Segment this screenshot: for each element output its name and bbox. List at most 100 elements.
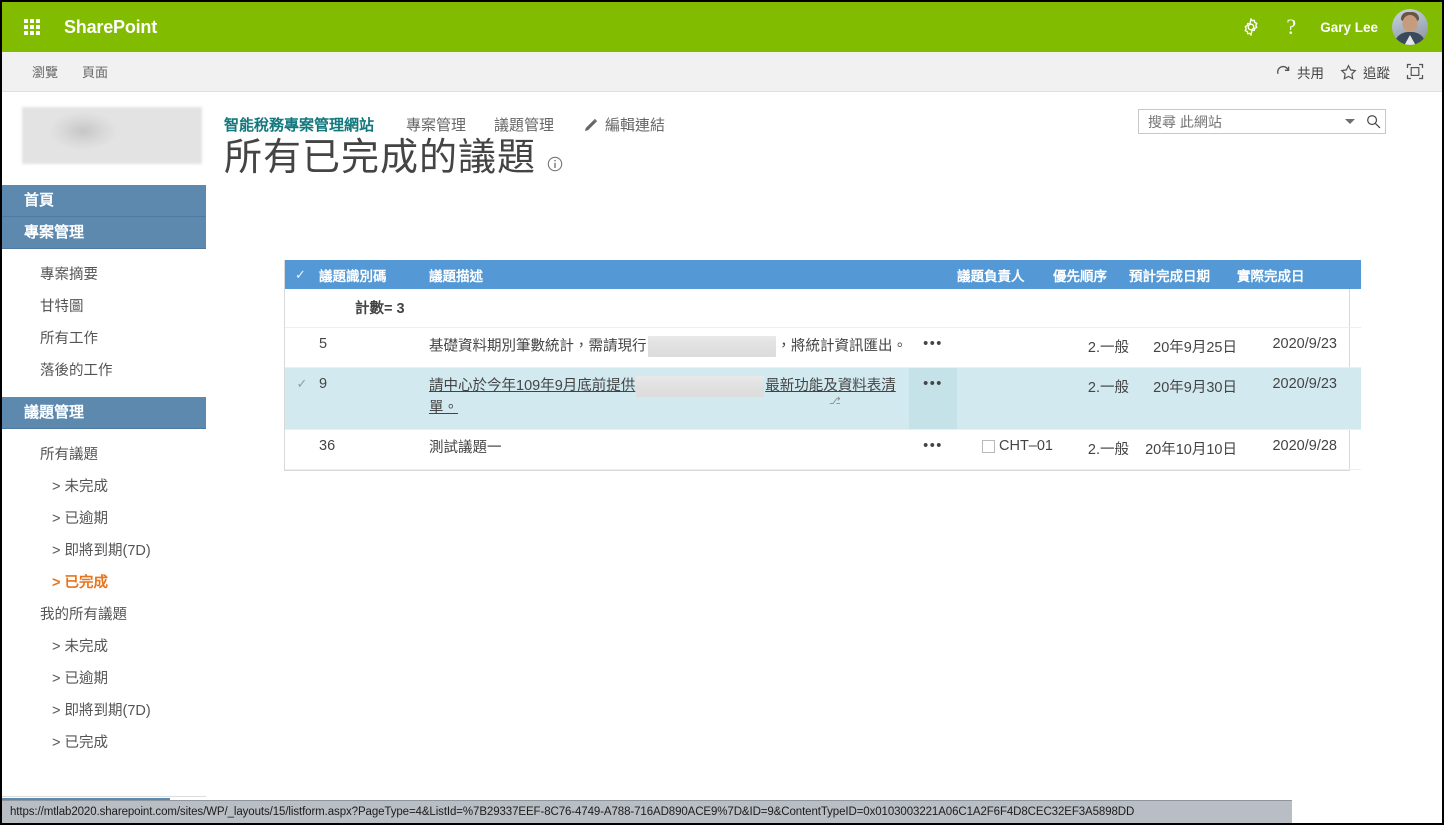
- info-circle-icon[interactable]: [547, 156, 563, 172]
- waffle-grid-icon: [24, 19, 40, 35]
- nav-item-my-issues[interactable]: 我的所有議題: [2, 599, 206, 631]
- row-select-cell[interactable]: ✓: [285, 367, 319, 430]
- sharepoint-brand-link[interactable]: SharePoint: [58, 13, 163, 42]
- focus-on-content-button[interactable]: [1406, 63, 1424, 80]
- nav-header-project-management[interactable]: 專案管理: [2, 217, 206, 249]
- nav-item-my-issues-completed[interactable]: > 已完成: [2, 727, 206, 759]
- browser-status-bar: https://mtlab2020.sharepoint.com/sites/W…: [2, 800, 1292, 823]
- row-due-date: 20年10月10日: [1129, 429, 1237, 470]
- page-title-row: 所有已完成的議題: [224, 137, 563, 181]
- redacted-text-block: [636, 376, 765, 398]
- site-logo-image[interactable]: [22, 107, 202, 164]
- search-icon[interactable]: [1361, 114, 1385, 129]
- row-issue-id[interactable]: 5: [319, 327, 429, 369]
- row-issue-owner: [957, 367, 1053, 430]
- share-button[interactable]: 共用: [1275, 62, 1324, 82]
- help-question-icon[interactable]: ?: [1274, 10, 1308, 44]
- row-issue-description[interactable]: 基礎資料期別筆數統計，需請現行 ，將統計資訊匯出。: [429, 327, 909, 369]
- row-spacer: [1337, 429, 1361, 470]
- row-context-menu-icon[interactable]: •••: [909, 327, 957, 369]
- nav-item-all-issues[interactable]: 所有議題: [2, 439, 206, 471]
- browser-page: SharePoint ? Gary Lee 瀏覽 頁面 共用 追蹤 首頁 專案管…: [0, 0, 1444, 825]
- row-select-cell[interactable]: [285, 327, 319, 369]
- row-spacer: [1337, 327, 1361, 369]
- row-select-cell[interactable]: [285, 429, 319, 470]
- row-actual-date: 2020/9/28: [1237, 429, 1337, 470]
- redacted-text-block: [647, 336, 776, 357]
- presence-checkbox-icon: [982, 439, 995, 453]
- pencil-icon: [584, 118, 598, 132]
- left-column-divider: [2, 796, 206, 797]
- ribbon-bar: 瀏覽 頁面 共用 追蹤: [2, 52, 1442, 92]
- column-header-issue-owner[interactable]: 議題負責人: [957, 260, 1053, 289]
- app-launcher-waffle-icon[interactable]: [16, 11, 48, 43]
- user-name-label[interactable]: Gary Lee: [1320, 20, 1378, 35]
- search-input[interactable]: [1139, 113, 1339, 130]
- nav-item-all-tasks[interactable]: 所有工作: [2, 323, 206, 355]
- column-header-issue-description[interactable]: 議題描述: [429, 260, 909, 289]
- suite-bar: SharePoint ? Gary Lee: [2, 2, 1442, 52]
- status-url: https://mtlab2020.sharepoint.com/sites/W…: [10, 806, 1135, 818]
- share-label: 共用: [1297, 65, 1324, 81]
- page-title: 所有已完成的議題: [224, 137, 537, 179]
- search-scope-chevron-down-icon[interactable]: [1339, 119, 1361, 124]
- row-issue-id[interactable]: 9: [319, 367, 429, 430]
- nav-item-all-issues-due-soon[interactable]: > 即將到期(7D): [2, 535, 206, 567]
- row-context-menu-icon[interactable]: •••: [909, 429, 957, 470]
- left-column: 首頁 專案管理 專案摘要 甘特圖 所有工作 落後的工作 議題管理 所有議題 > …: [2, 93, 206, 823]
- row-due-date: 20年9月30日: [1129, 367, 1237, 430]
- issues-table-header: ✓ 議題識別碼 議題描述 議題負責人 優先順序 預計完成日期 實際完成日: [285, 260, 1361, 289]
- main-content: 智能稅務專案管理網站 專案管理 議題管理 編輯連結 所有已完成的議題 搜尋 此網…: [206, 93, 1442, 823]
- nav-item-project-summary[interactable]: 專案摘要: [2, 259, 206, 291]
- column-header-due-date[interactable]: 預計完成日期: [1129, 260, 1237, 289]
- row-issue-description[interactable]: 請中心於今年109年9月底前提供 最新功能及資料表清單。 ⎇: [429, 367, 909, 430]
- row-context-menu-icon[interactable]: •••: [909, 367, 957, 430]
- table-row[interactable]: ✓ 9 請中心於今年109年9月底前提供 最新功能及資料表清單。 ⎇ ••• 2.…: [285, 367, 1361, 430]
- row-spacer: [1337, 367, 1361, 430]
- row-issue-id[interactable]: 36: [319, 429, 429, 470]
- avatar[interactable]: [1392, 9, 1428, 45]
- row-priority: 2.一般: [1053, 327, 1129, 369]
- topnav-link-issue-management[interactable]: 議題管理: [480, 111, 568, 138]
- column-header-issue-id[interactable]: 議題識別碼: [319, 260, 429, 289]
- edit-links-button[interactable]: 編輯連結: [568, 114, 665, 135]
- row-priority: 2.一般: [1053, 367, 1129, 430]
- issues-table: ✓ 議題識別碼 議題描述 議題負責人 優先順序 預計完成日期 實際完成日 計數=…: [285, 260, 1361, 470]
- count-label: 計數= 3: [319, 289, 1361, 328]
- nav-item-my-issues-due-soon[interactable]: > 即將到期(7D): [2, 695, 206, 727]
- ribbon-tab-browse[interactable]: 瀏覽: [22, 58, 68, 85]
- nav-item-late-tasks[interactable]: 落後的工作: [2, 355, 206, 387]
- row-issue-description[interactable]: 測試議題一: [429, 429, 909, 470]
- site-title-link[interactable]: 智能稅務專案管理網站: [224, 111, 392, 138]
- column-header-actual-date[interactable]: 實際完成日: [1237, 260, 1337, 289]
- search-box[interactable]: [1138, 109, 1386, 134]
- star-icon: [1340, 63, 1357, 80]
- share-icon: [1275, 64, 1291, 80]
- row-priority: 2.一般: [1053, 429, 1129, 470]
- row-issue-description-link[interactable]: 請中心於今年109年9月底前提供 最新功能及資料表清單。: [429, 376, 896, 416]
- column-header-select-all[interactable]: ✓: [285, 260, 319, 289]
- settings-gear-icon[interactable]: [1234, 10, 1268, 44]
- row-issue-owner: CHT–01: [957, 429, 1053, 470]
- follow-button[interactable]: 追蹤: [1340, 62, 1390, 82]
- help-glyph: ?: [1286, 14, 1297, 39]
- topnav-link-project-management[interactable]: 專案管理: [392, 111, 480, 138]
- column-header-priority[interactable]: 優先順序: [1053, 260, 1129, 289]
- nav-item-all-issues-overdue[interactable]: > 已逾期: [2, 503, 206, 535]
- ribbon-tab-page[interactable]: 頁面: [72, 58, 118, 85]
- nav-item-all-issues-incomplete[interactable]: > 未完成: [2, 471, 206, 503]
- nav-item-all-issues-completed[interactable]: > 已完成: [2, 567, 206, 599]
- edit-links-label: 編輯連結: [605, 117, 666, 134]
- row-actual-date: 2020/9/23: [1237, 367, 1337, 430]
- nav-item-my-issues-overdue[interactable]: > 已逾期: [2, 663, 206, 695]
- nav-header-home[interactable]: 首頁: [2, 185, 206, 217]
- table-row[interactable]: 36 測試議題一 ••• CHT–01 2.一般 20年10月10日 2020/…: [285, 429, 1361, 470]
- nav-item-my-issues-incomplete[interactable]: > 未完成: [2, 631, 206, 663]
- nav-header-issue-management[interactable]: 議題管理: [2, 397, 206, 429]
- column-header-menu: [909, 260, 957, 289]
- nav-item-gantt-chart[interactable]: 甘特圖: [2, 291, 206, 323]
- table-row[interactable]: 5 基礎資料期別筆數統計，需請現行 ，將統計資訊匯出。 ••• 2.一般 20年9…: [285, 327, 1361, 369]
- desc-text-part1: 請中心於今年109年9月底前提供: [429, 378, 636, 395]
- column-header-spacer: [1337, 260, 1361, 289]
- count-row: 計數= 3: [285, 289, 1361, 328]
